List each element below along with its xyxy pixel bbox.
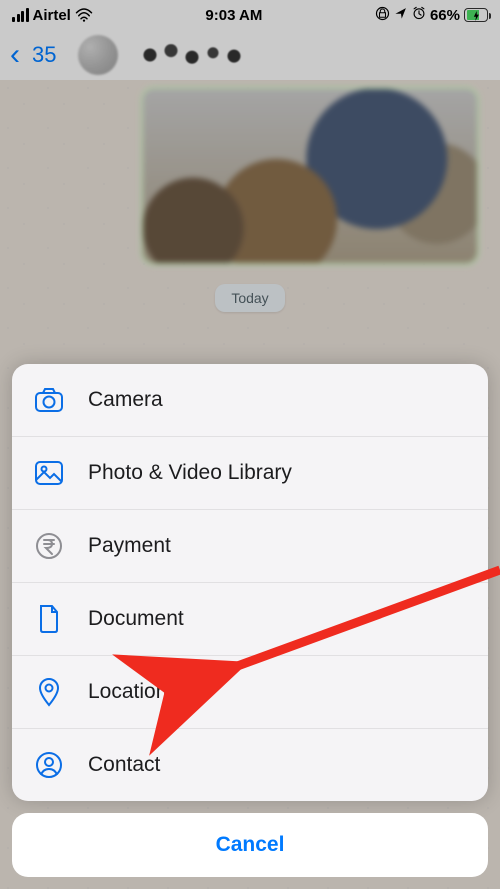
location-pin-icon: [34, 677, 64, 707]
rupee-icon: [34, 531, 64, 561]
sheet-item-label: Payment: [88, 534, 171, 558]
attachment-action-sheet: Camera Photo & Video Library Payment Doc…: [12, 364, 488, 877]
sheet-item-label: Camera: [88, 388, 163, 412]
sheet-item-label: Contact: [88, 753, 160, 777]
sheet-item-label: Photo & Video Library: [88, 461, 292, 485]
contact-icon: [34, 750, 64, 780]
sheet-item-photo-library[interactable]: Photo & Video Library: [12, 437, 488, 510]
sheet-item-contact[interactable]: Contact: [12, 729, 488, 801]
cancel-button[interactable]: Cancel: [12, 813, 488, 877]
photo-icon: [34, 458, 64, 488]
sheet-item-camera[interactable]: Camera: [12, 364, 488, 437]
sheet-item-label: Document: [88, 607, 184, 631]
camera-icon: [34, 385, 64, 415]
sheet-item-payment[interactable]: Payment: [12, 510, 488, 583]
sheet-item-location[interactable]: Location: [12, 656, 488, 729]
sheet-item-document[interactable]: Document: [12, 583, 488, 656]
document-icon: [34, 604, 64, 634]
sheet-item-label: Location: [88, 680, 167, 704]
